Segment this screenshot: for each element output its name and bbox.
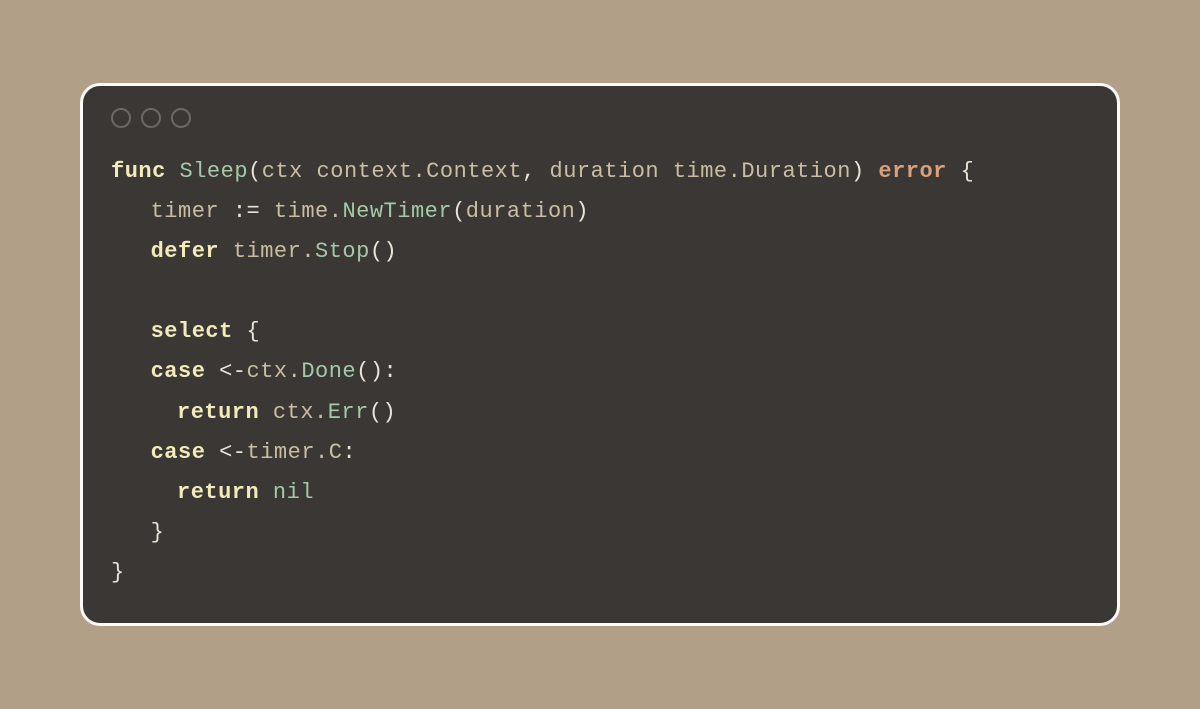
nil-literal: nil [273,480,314,505]
receiver: timer. [247,440,329,465]
package-ref: time. [274,199,343,224]
lbrace: { [961,159,975,184]
colon: : [384,359,398,384]
parens: () [370,239,397,264]
receiver: ctx. [273,400,328,425]
minimize-icon[interactable] [141,108,161,128]
code-line: } [111,560,125,585]
field: C [329,440,343,465]
receiver: ctx. [247,359,302,384]
maximize-icon[interactable] [171,108,191,128]
comma: , [522,159,549,184]
code-line: return nil [111,480,314,505]
code-line: timer := time.NewTimer(duration) [111,199,589,224]
variable: timer [151,199,220,224]
code-line: case <-ctx.Done(): [111,359,397,384]
colon: : [342,440,356,465]
assign-op: := [233,199,260,224]
keyword-case: case [151,359,206,384]
param-name: duration [550,159,660,184]
param-type: time.Duration [673,159,851,184]
argument: duration [466,199,576,224]
lparen: ( [452,199,466,224]
call-name: NewTimer [342,199,452,224]
code-line: return ctx.Err() [111,400,396,425]
lbrace: { [247,319,261,344]
keyword-return: return [177,480,259,505]
rbrace: } [111,560,125,585]
keyword-case: case [151,440,206,465]
rparen: ) [851,159,865,184]
call-name: Err [328,400,369,425]
keyword-select: select [151,319,233,344]
keyword-defer: defer [151,239,220,264]
code-line: select { [111,319,260,344]
call-name: Done [301,359,356,384]
channel-op: <- [219,440,246,465]
code-line: } [111,520,164,545]
code-line: defer timer.Stop() [111,239,397,264]
parens: () [369,400,396,425]
keyword-return: return [177,400,259,425]
receiver: timer. [233,239,315,264]
channel-op: <- [219,359,246,384]
function-name: Sleep [180,159,249,184]
code-line: case <-timer.C: [111,440,356,465]
param-name: ctx [262,159,303,184]
window-titlebar [83,86,1117,136]
lparen: ( [248,159,262,184]
terminal-window: func Sleep(ctx context.Context, duration… [80,83,1120,625]
parens: () [356,359,383,384]
return-type: error [878,159,947,184]
rparen: ) [575,199,589,224]
call-name: Stop [315,239,370,264]
close-icon[interactable] [111,108,131,128]
keyword-func: func [111,159,166,184]
rbrace: } [151,520,165,545]
code-line: func Sleep(ctx context.Context, duration… [111,159,974,184]
code-block: func Sleep(ctx context.Context, duration… [83,136,1117,622]
param-type: context.Context [317,159,523,184]
